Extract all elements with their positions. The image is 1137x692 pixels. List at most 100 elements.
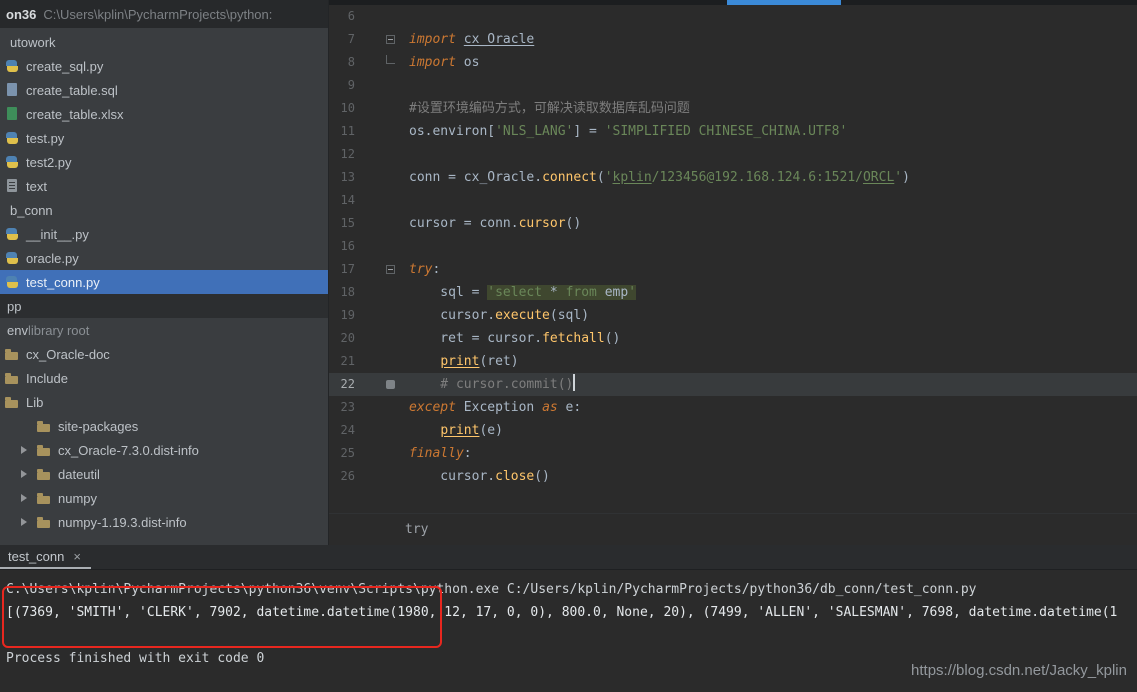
tree-item-label: create_table.sql	[26, 83, 118, 98]
code-line-9[interactable]: 9	[329, 74, 1137, 97]
tree-item-text[interactable]: text	[0, 174, 328, 198]
line-number: 9	[329, 74, 355, 97]
gutter: 17	[329, 258, 401, 281]
python-file-icon	[4, 250, 20, 266]
code-line-19[interactable]: 19 cursor.execute(sql)	[329, 304, 1137, 327]
chevron-right-icon[interactable]	[12, 470, 36, 478]
gutter: 24	[329, 419, 401, 442]
tree-item-utowork[interactable]: utowork	[0, 30, 328, 54]
code-line-14[interactable]: 14	[329, 189, 1137, 212]
folder-icon	[36, 490, 52, 506]
code-line-22[interactable]: 22 # cursor.commit()	[329, 373, 1137, 396]
gutter: 25	[329, 442, 401, 465]
code-text	[401, 235, 409, 258]
gutter-fold-area	[355, 120, 401, 143]
gutter-fold-area	[355, 235, 401, 258]
gutter-fold-area	[355, 97, 401, 120]
tree-item-dateutil[interactable]: dateutil	[0, 462, 328, 486]
tree-item--init-py[interactable]: __init__.py	[0, 222, 328, 246]
code-line-17[interactable]: 17try:	[329, 258, 1137, 281]
tree-item-b-conn[interactable]: b_conn	[0, 198, 328, 222]
code-line-11[interactable]: 11os.environ['NLS_LANG'] = 'SIMPLIFIED C…	[329, 120, 1137, 143]
code-line-24[interactable]: 24 print(e)	[329, 419, 1137, 442]
code-line-20[interactable]: 20 ret = cursor.fetchall()	[329, 327, 1137, 350]
code-line-26[interactable]: 26 cursor.close()	[329, 465, 1137, 488]
tree-item-create-table-sql[interactable]: create_table.sql	[0, 78, 328, 102]
code-text	[401, 143, 409, 166]
folder-icon	[4, 394, 20, 410]
gutter: 26	[329, 465, 401, 488]
tree-item-oracle-py[interactable]: oracle.py	[0, 246, 328, 270]
code-line-10[interactable]: 10#设置环境编码方式，可解决读取数据库乱码问题	[329, 97, 1137, 120]
console-line-1: C:\Users\kplin\PycharmProjects\python36\…	[6, 578, 1137, 601]
tree-item-label: Lib	[26, 395, 43, 410]
code-text: ret = cursor.fetchall()	[401, 327, 620, 350]
code-line-13[interactable]: 13conn = cx_Oracle.connect('kplin/123456…	[329, 166, 1137, 189]
gutter: 13	[329, 166, 401, 189]
tree-item-test-py[interactable]: test.py	[0, 126, 328, 150]
tree-item-test2-py[interactable]: test2.py	[0, 150, 328, 174]
code-text: finally:	[401, 442, 472, 465]
line-number: 17	[329, 258, 355, 281]
line-number: 11	[329, 120, 355, 143]
code-line-21[interactable]: 21 print(ret)	[329, 350, 1137, 373]
tree-item-env[interactable]: env library root	[0, 318, 328, 342]
text-file-icon	[4, 178, 20, 194]
gutter: 10	[329, 97, 401, 120]
gutter: 12	[329, 143, 401, 166]
code-line-18[interactable]: 18 sql = 'select * from emp'	[329, 281, 1137, 304]
chevron-right-icon[interactable]	[12, 518, 36, 526]
tree-item-include[interactable]: Include	[0, 366, 328, 390]
tree-item-label: Include	[26, 371, 68, 386]
watermark: https://blog.csdn.net/Jacky_kplin	[911, 662, 1127, 679]
code-line-16[interactable]: 16	[329, 235, 1137, 258]
code-line-15[interactable]: 15cursor = conn.cursor()	[329, 212, 1137, 235]
fold-end-icon[interactable]	[386, 55, 395, 64]
code-text: import cx_Oracle	[401, 28, 534, 51]
project-root-row[interactable]: on36 C:\Users\kplin\PycharmProjects\pyth…	[0, 0, 328, 28]
gutter-fold-area	[355, 5, 401, 28]
tree-item-create-sql-py[interactable]: create_sql.py	[0, 54, 328, 78]
gutter-fold-area	[355, 143, 401, 166]
console-output[interactable]: C:\Users\kplin\PycharmProjects\python36\…	[0, 570, 1137, 670]
code-line-6[interactable]: 6	[329, 5, 1137, 28]
tree-item-create-table-xlsx[interactable]: create_table.xlsx	[0, 102, 328, 126]
code-line-23[interactable]: 23except Exception as e:	[329, 396, 1137, 419]
tree-item-cx-oracle-doc[interactable]: cx_Oracle-doc	[0, 342, 328, 366]
python-file-icon	[4, 130, 20, 146]
tree-item-numpy[interactable]: numpy	[0, 486, 328, 510]
tree-item-test-conn-py[interactable]: test_conn.py	[0, 270, 328, 294]
tree-item-pp[interactable]: pp	[0, 294, 328, 318]
chevron-right-icon[interactable]	[12, 494, 36, 502]
code-line-7[interactable]: 7import cx_Oracle	[329, 28, 1137, 51]
fold-collapse-icon[interactable]	[386, 265, 395, 274]
tab-close-icon[interactable]: ×	[73, 549, 81, 564]
gutter-fold-area	[355, 442, 401, 465]
breadcrumb-try[interactable]: try	[405, 522, 428, 537]
tree-item-label: dateutil	[58, 467, 100, 482]
chevron-right-icon[interactable]	[12, 446, 36, 454]
editor[interactable]: 67import cx_Oracle8import os910#设置环境编码方式…	[329, 0, 1137, 513]
fold-collapse-icon[interactable]	[386, 35, 395, 44]
gutter-fold-area	[355, 166, 401, 189]
code-line-12[interactable]: 12	[329, 143, 1137, 166]
tree-item-site-packages[interactable]: site-packages	[0, 414, 328, 438]
tree-item-numpy-1-19-3-dist-info[interactable]: numpy-1.19.3.dist-info	[0, 510, 328, 534]
editor-marker-icon	[386, 380, 395, 389]
line-number: 22	[329, 373, 355, 396]
code-line-8[interactable]: 8import os	[329, 51, 1137, 74]
gutter-fold-area	[355, 465, 401, 488]
line-number: 19	[329, 304, 355, 327]
gutter: 11	[329, 120, 401, 143]
line-number: 16	[329, 235, 355, 258]
console-tab-test-conn[interactable]: test_conn ×	[0, 545, 91, 569]
code-line-25[interactable]: 25finally:	[329, 442, 1137, 465]
console-tab-label: test_conn	[8, 549, 64, 564]
tree-item-cx-oracle-7-3-0-dist-info[interactable]: cx_Oracle-7.3.0.dist-info	[0, 438, 328, 462]
code-text: #设置环境编码方式，可解决读取数据库乱码问题	[401, 97, 690, 120]
gutter: 15	[329, 212, 401, 235]
gutter-fold-area	[355, 327, 401, 350]
tree-item-lib[interactable]: Lib	[0, 390, 328, 414]
gutter-fold-area	[355, 419, 401, 442]
tree-item-label: __init__.py	[26, 227, 89, 242]
